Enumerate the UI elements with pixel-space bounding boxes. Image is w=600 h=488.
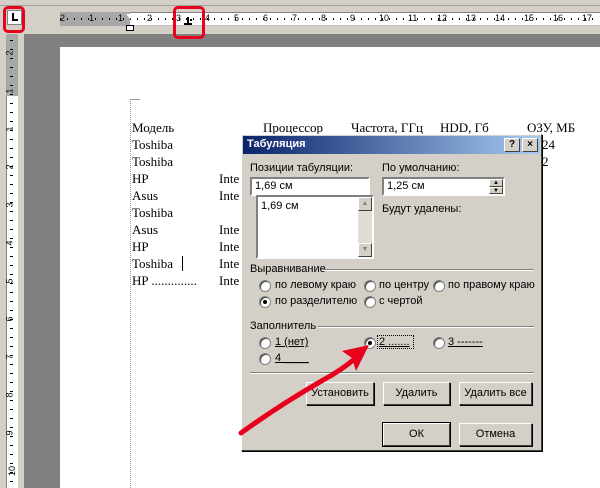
annotation-arrow-icon	[238, 345, 369, 436]
